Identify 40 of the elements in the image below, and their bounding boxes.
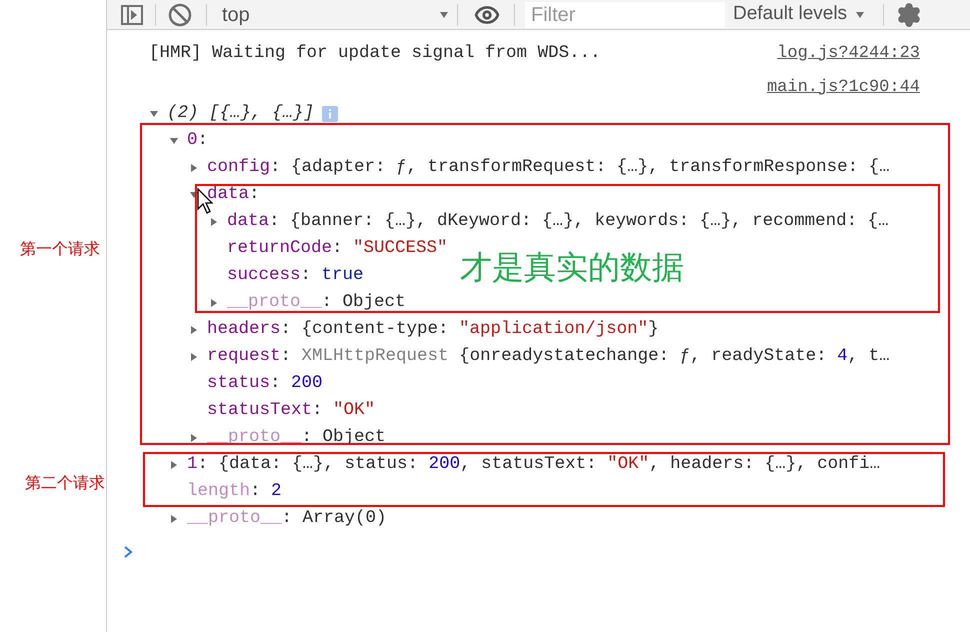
dropdown-caret-icon[interactable]	[439, 10, 449, 20]
collapsed-arrow-icon[interactable]	[189, 162, 199, 172]
sidebar-toggle-icon[interactable]	[121, 4, 143, 24]
property-line: data: {banner: {…}, dKeyword: {…}, keywords: {…}, recommend: {…	[227, 210, 889, 234]
property-line: 1: {data: {…}, status: 200, statusText: "OK", headers: {…}, confi…	[187, 453, 880, 476]
annotation-text: 才是真实的数据	[460, 247, 684, 288]
property-line: status: 200	[207, 372, 323, 396]
property-line: config: {adapter: ƒ, transformRequest: {…}, transformResponse: {…	[207, 156, 890, 180]
collapsed-arrow-icon[interactable]	[209, 298, 219, 308]
property-line: 0:	[187, 129, 208, 152]
settings-icon[interactable]	[896, 2, 922, 28]
property-line: returnCode: "SUCCESS"	[227, 237, 448, 260]
property-line: length: 2	[187, 480, 282, 504]
clear-console-icon[interactable]	[168, 2, 192, 26]
log-levels-dropdown[interactable]: Default levels	[733, 2, 866, 28]
collapsed-arrow-icon[interactable]	[189, 432, 199, 442]
filter-field[interactable]: Filter	[525, 2, 725, 28]
property-line: headers: {content-type: "application/json"}	[207, 318, 659, 342]
collapsed-arrow-icon[interactable]	[169, 460, 179, 470]
prompt-chevron-icon	[123, 546, 133, 558]
log-message: [HMR] Waiting for update signal from WDS...	[149, 42, 601, 66]
dropdown-caret-icon[interactable]	[855, 10, 866, 20]
collapsed-arrow-icon[interactable]	[169, 514, 179, 524]
property-line: statusText: "OK"	[207, 399, 376, 422]
source-link[interactable]: main.js?1c90:44	[766, 74, 920, 100]
property-line: __proto__: Object	[227, 291, 406, 314]
collapsed-arrow-icon[interactable]	[189, 352, 199, 362]
collapsed-arrow-icon[interactable]	[189, 324, 199, 334]
property-line: data:	[207, 183, 260, 206]
info-icon	[322, 106, 338, 122]
property-line: success: true	[227, 264, 364, 288]
array-summary: (2) [{…}, {…}]	[167, 102, 314, 126]
annotation-text: 第二个请求	[25, 472, 105, 494]
annotation-text: 第一个请求	[20, 238, 100, 260]
property-line: __proto__: Object	[207, 426, 386, 450]
collapsed-arrow-icon[interactable]	[209, 216, 219, 226]
source-link[interactable]: log.js?4244:23	[777, 40, 920, 66]
context-select[interactable]: top	[215, 2, 457, 28]
property-line: request: XMLHttpRequest {onreadystatechange: ƒ, readyState: 4, t…	[207, 345, 890, 368]
property-line: __proto__: Array(0)	[187, 507, 387, 530]
